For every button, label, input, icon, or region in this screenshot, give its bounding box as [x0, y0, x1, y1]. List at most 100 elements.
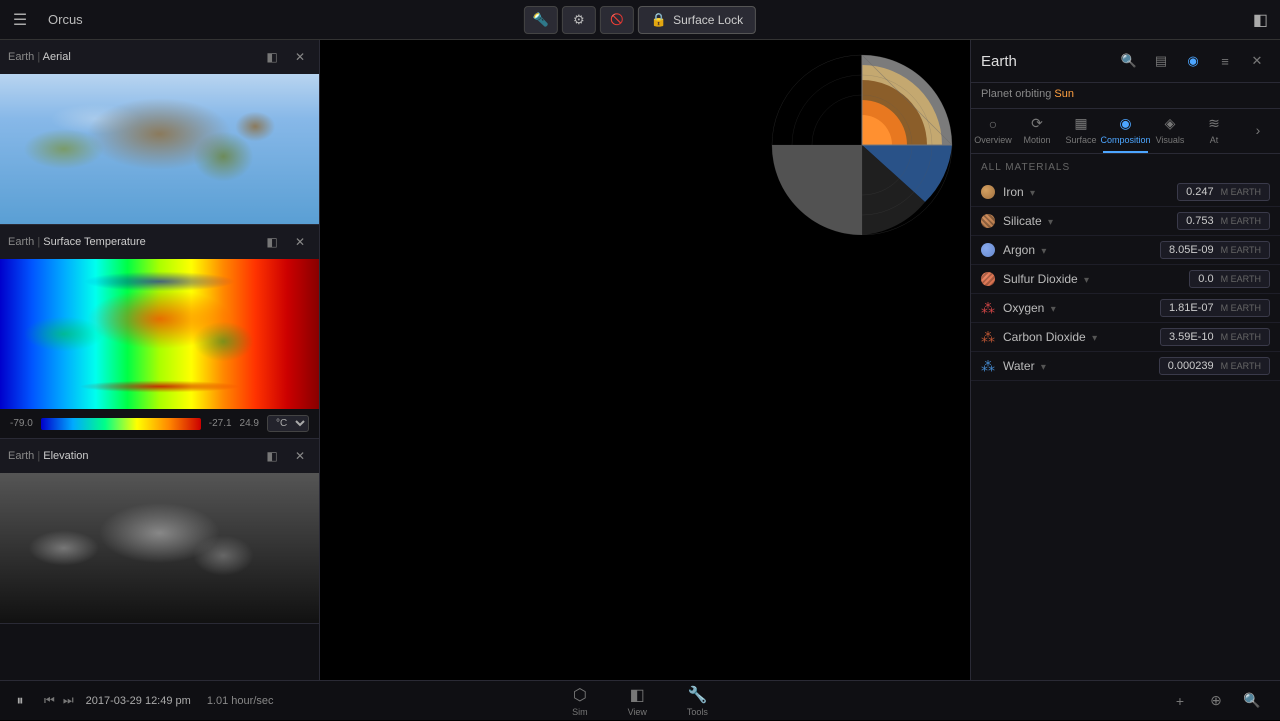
tab-motion[interactable]: ⟳ Motion [1015, 109, 1059, 153]
sulfur-dioxide-name[interactable]: Sulfur Dioxide ▾ [1003, 272, 1181, 286]
left-panel: Earth | Aerial ◧ ✕ Earth | Surface Tempe… [0, 40, 320, 680]
carbon-dioxide-name[interactable]: Carbon Dioxide ▾ [1003, 330, 1152, 344]
elevation-card-title: Earth | Elevation [8, 450, 255, 462]
oxygen-unit: M EARTH [1221, 303, 1261, 313]
silicate-name[interactable]: Silicate ▾ [1003, 214, 1169, 228]
panel-search-icon[interactable]: 🔍 [1116, 48, 1142, 74]
tab-atmosphere-label: At [1210, 135, 1219, 145]
temp-min: -79.0 [10, 418, 33, 429]
nav-sim[interactable]: ⬡ Sim [552, 681, 608, 721]
panel-header: Earth 🔍 ▤ ◉ ≡ ✕ [971, 40, 1280, 83]
target-button[interactable]: ⊕ [1200, 685, 1232, 717]
material-row-sulfur-dioxide: Sulfur Dioxide ▾ 0.0 M EARTH [971, 265, 1280, 294]
oxygen-dot: ⁂ [981, 301, 995, 315]
surface-icon: ▦ [1074, 115, 1087, 132]
bottom-bar: ⏸ ⏮ ⏭ 2017-03-29 12:49 pm 1.01 hour/sec … [0, 680, 1280, 720]
temp-gradient-bar [41, 418, 201, 430]
tab-surface[interactable]: ▦ Surface [1059, 109, 1103, 153]
overview-icon: ○ [989, 116, 997, 132]
star-link[interactable]: Sun [1054, 88, 1074, 100]
aerial-close-button[interactable]: ✕ [289, 46, 311, 68]
visibility-tool[interactable]: 🚫 [600, 6, 634, 34]
nav-view-label: View [628, 707, 647, 717]
tab-overview[interactable]: ○ Overview [971, 110, 1015, 153]
elevation-layers-icon[interactable]: ◧ [261, 445, 283, 467]
panel-close-icon[interactable]: ✕ [1244, 48, 1270, 74]
sulfur-dioxide-dot [981, 272, 995, 286]
argon-unit: M EARTH [1221, 245, 1261, 255]
surface-lock-button[interactable]: 🔒 Surface Lock [638, 6, 756, 34]
sulfur-dioxide-unit: M EARTH [1221, 274, 1261, 284]
surface-temp-card: Earth | Surface Temperature ◧ ✕ -79.0 -2… [0, 225, 319, 439]
composition-icon: ◉ [1119, 115, 1131, 132]
nav-view[interactable]: ◧ View [608, 681, 667, 721]
atmosphere-icon: ≋ [1208, 115, 1220, 132]
tab-visuals[interactable]: ◈ Visuals [1148, 109, 1192, 153]
tab-composition-label: Composition [1100, 135, 1150, 145]
aerial-card-header: Earth | Aerial ◧ ✕ [0, 40, 319, 74]
material-row-water: ⁂ Water ▾ 0.000239 M EARTH [971, 352, 1280, 381]
view-icon: ◧ [630, 685, 645, 705]
water-name[interactable]: Water ▾ [1003, 359, 1151, 373]
argon-value[interactable]: 8.05E-09 M EARTH [1160, 241, 1270, 259]
temp-unit-select[interactable]: °C °F K [267, 415, 309, 432]
panel-list-icon[interactable]: ≡ [1212, 48, 1238, 74]
water-unit: M EARTH [1221, 361, 1261, 371]
iron-name[interactable]: Iron ▾ [1003, 185, 1169, 199]
tools-icon: 🔧 [687, 685, 707, 705]
flashlight-tool[interactable]: 🔦 [524, 6, 558, 34]
material-row-carbon-dioxide: ⁂ Carbon Dioxide ▾ 3.59E-10 M EARTH [971, 323, 1280, 352]
material-row-silicate: Silicate ▾ 0.753 M EARTH [971, 207, 1280, 236]
panel-view-icon[interactable]: ◉ [1180, 48, 1206, 74]
add-button[interactable]: + [1164, 685, 1196, 717]
elevation-card: Earth | Elevation ◧ ✕ [0, 439, 319, 624]
sulfur-dioxide-value[interactable]: 0.0 M EARTH [1189, 270, 1270, 288]
oxygen-name[interactable]: Oxygen ▾ [1003, 301, 1152, 315]
nav-sim-label: Sim [572, 707, 588, 717]
menu-icon[interactable]: ☰ [0, 10, 40, 30]
argon-dot [981, 243, 995, 257]
iron-value[interactable]: 0.247 M EARTH [1177, 183, 1270, 201]
temperature-map-preview[interactable] [0, 259, 319, 409]
materials-list: Iron ▾ 0.247 M EARTH Silicate ▾ 0.753 M … [971, 178, 1280, 680]
search-button[interactable]: 🔍 [1236, 685, 1268, 717]
bottom-navigation: ⬡ Sim ◧ View 🔧 Tools [552, 681, 728, 721]
panel-info-icon[interactable]: ▤ [1148, 48, 1174, 74]
skip-forward-button[interactable]: ⏭ [59, 689, 78, 712]
nav-tools[interactable]: 🔧 Tools [667, 681, 728, 721]
aerial-map-preview[interactable] [0, 74, 319, 224]
surface-temp-title: Earth | Surface Temperature [8, 236, 255, 248]
material-row-iron: Iron ▾ 0.247 M EARTH [971, 178, 1280, 207]
temp-layers-icon[interactable]: ◧ [261, 231, 283, 253]
tab-more[interactable]: › [1236, 116, 1280, 146]
oxygen-value[interactable]: 1.81E-07 M EARTH [1160, 299, 1270, 317]
right-panel: Earth 🔍 ▤ ◉ ≡ ✕ Planet orbiting Sun ○ Ov… [970, 40, 1280, 680]
top-bar: ☰ Orcus 🔦 ⚙ 🚫 🔒 Surface Lock ◧ [0, 0, 1280, 40]
silicate-value[interactable]: 0.753 M EARTH [1177, 212, 1270, 230]
aerial-layers-icon[interactable]: ◧ [261, 46, 283, 68]
sim-icon: ⬡ [573, 685, 587, 705]
carbon-dioxide-unit: M EARTH [1221, 332, 1261, 342]
planet-cross-section [762, 45, 962, 235]
temp-max: 24.9 [240, 418, 259, 429]
composition-tabs: ○ Overview ⟳ Motion ▦ Surface ◉ Composit… [971, 109, 1280, 154]
nav-tools-label: Tools [687, 707, 708, 717]
tab-composition[interactable]: ◉ Composition [1103, 109, 1148, 153]
material-row-argon: Argon ▾ 8.05E-09 M EARTH [971, 236, 1280, 265]
argon-name[interactable]: Argon ▾ [1003, 243, 1152, 257]
skip-back-button[interactable]: ⏮ [40, 689, 59, 712]
center-toolbar: 🔦 ⚙ 🚫 🔒 Surface Lock [524, 6, 756, 34]
elevation-map-preview[interactable] [0, 473, 319, 623]
more-icon: › [1256, 122, 1261, 138]
settings-tool[interactable]: ⚙ [562, 6, 596, 34]
temp-close-button[interactable]: ✕ [289, 231, 311, 253]
tab-surface-label: Surface [1065, 135, 1096, 145]
silicate-unit: M EARTH [1221, 216, 1261, 226]
carbon-dioxide-value[interactable]: 3.59E-10 M EARTH [1160, 328, 1270, 346]
layers-icon[interactable]: ◧ [1253, 10, 1268, 30]
app-name: Orcus [48, 12, 83, 27]
play-pause-button[interactable]: ⏸ [0, 681, 40, 721]
water-value[interactable]: 0.000239 M EARTH [1159, 357, 1270, 375]
elevation-close-button[interactable]: ✕ [289, 445, 311, 467]
tab-atmosphere[interactable]: ≋ At [1192, 109, 1236, 153]
